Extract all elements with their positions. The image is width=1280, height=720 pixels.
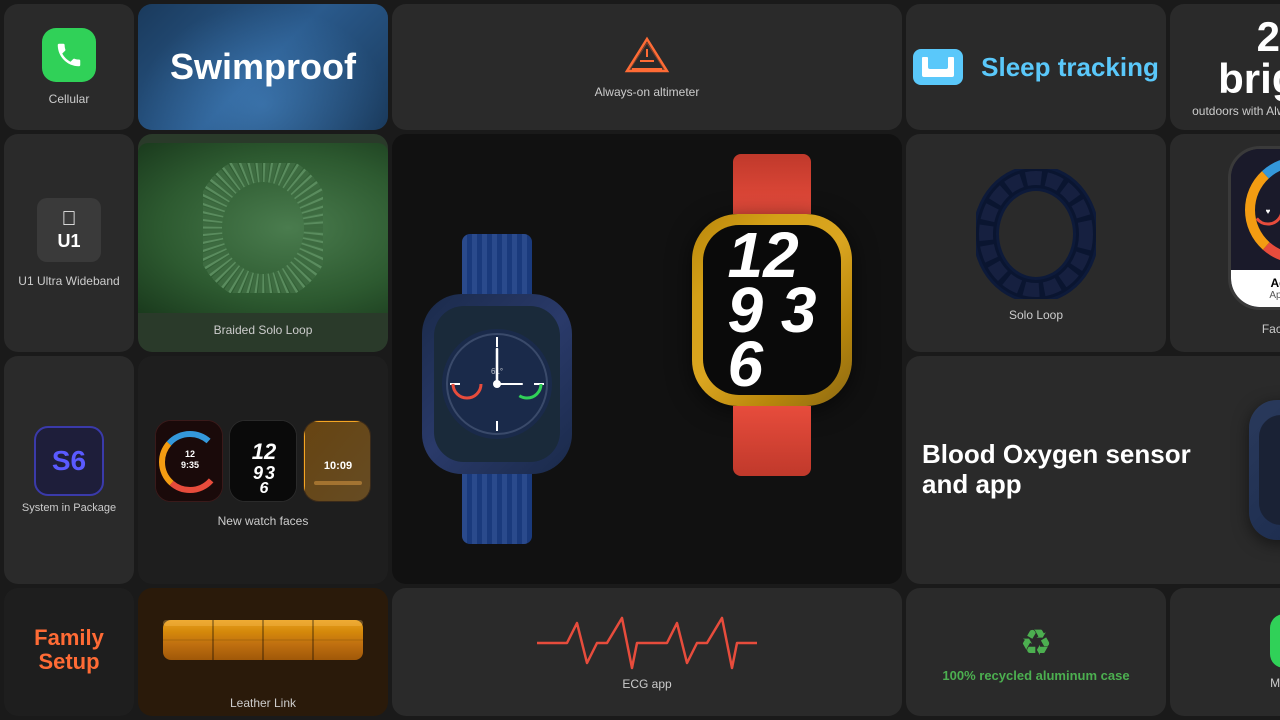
- altimeter-svg: [622, 35, 672, 75]
- svg-text:10:09: 10:09: [324, 460, 352, 472]
- messages-content: 💬 Messages: [1270, 614, 1280, 690]
- phone-icon: [42, 28, 96, 82]
- watch-faces-cell: 12 9:35 12 9 3 6 1: [138, 356, 388, 584]
- sleep-row: Sleep tracking: [913, 49, 1159, 85]
- recycled-label: 100% recycled aluminum case: [934, 668, 1137, 683]
- bed-svg: [920, 55, 956, 79]
- apple-logo: : [62, 208, 77, 231]
- svg-text:6: 6: [260, 480, 269, 497]
- watch-case-back: 61°: [422, 294, 572, 474]
- apple-watch-label: Apple Watch: [1269, 290, 1280, 301]
- watch-front: 129 36: [692, 154, 852, 476]
- colorful-face-display: 11:35 WED 16 ♥ ⚡: [1231, 149, 1280, 270]
- altimeter-cell: Always-on altimeter: [392, 4, 902, 130]
- s6-chip-text: S6: [52, 445, 86, 477]
- watch-face-preview: 11:35 WED 16 ♥ ⚡ Add Face Apple Watch: [1228, 146, 1280, 310]
- blood-oxygen-cell: Blood Oxygen sensor and app: [906, 356, 1280, 584]
- watch-time-front: 129 36: [728, 228, 817, 391]
- watch-faces-preview: 12 9:35 12 9 3 6 1: [147, 412, 379, 510]
- svg-text:61°: 61°: [491, 367, 503, 376]
- solo-loop-label: Solo Loop: [1009, 308, 1063, 322]
- face-2-svg: 12 9 3 6: [230, 421, 297, 502]
- leather-svg: [153, 590, 373, 690]
- blood-oxygen-label: Blood Oxygen sensor and app: [922, 440, 1239, 500]
- watch-screen-front: 129 36: [703, 225, 841, 395]
- blood-oxygen-text-area: Blood Oxygen sensor and app: [922, 440, 1239, 500]
- watch-case-front: 129 36: [692, 214, 852, 406]
- cellular-label: Cellular: [49, 92, 90, 106]
- brighter-sub: outdoors with Always-On Retina display: [1192, 104, 1280, 118]
- add-face-area: Add Face Apple Watch: [1231, 270, 1280, 307]
- family-setup-label: Family Setup: [4, 626, 134, 674]
- band-bottom-front: [733, 406, 811, 476]
- ecg-label: ECG app: [622, 677, 671, 691]
- s6-label: System in Package: [22, 502, 116, 514]
- sensor-screen: [1259, 415, 1280, 525]
- braided-cell: Braided Solo Loop: [138, 134, 388, 352]
- watch-face-back-svg: 61°: [437, 309, 557, 459]
- cellular-cell: Cellular: [4, 4, 134, 130]
- watch-faces-label: New watch faces: [218, 514, 309, 528]
- face-3-svg: 10:09: [304, 421, 371, 502]
- s6-cell: S6 System in Package: [4, 356, 134, 584]
- recycle-icon: ♻: [1020, 622, 1052, 664]
- watch-screen-back: 61°: [434, 306, 560, 462]
- altimeter-label: Always-on altimeter: [595, 85, 700, 99]
- sleep-label: Sleep tracking: [981, 52, 1159, 83]
- watch-back: 61°: [422, 234, 572, 544]
- brighter-cell: 2.5x brighter outdoors with Always-On Re…: [1170, 4, 1280, 130]
- svg-text:12: 12: [185, 449, 195, 459]
- add-face-label: Add Face: [1270, 276, 1280, 290]
- face-thumb-1: 12 9:35: [155, 420, 223, 502]
- u1-cell:  U1 U1 Ultra Wideband: [4, 134, 134, 352]
- svg-text:9:35: 9:35: [181, 460, 199, 470]
- face-sharing-cell: 11:35 WED 16 ♥ ⚡ Add Face Apple Watch Fa…: [1170, 134, 1280, 352]
- brighter-headline: 2.5x brighter: [1182, 16, 1280, 100]
- leather-preview: [138, 588, 388, 692]
- messages-icon: 💬: [1270, 614, 1280, 668]
- band-top-front: [733, 154, 811, 214]
- swimproof-label: Swimproof: [170, 46, 356, 88]
- colorful-face-svg: 11:35 WED 16 ♥ ⚡: [1238, 150, 1280, 270]
- sleep-icon: [913, 49, 963, 85]
- ecg-cell: ECG app: [392, 588, 902, 716]
- face-sharing-label: Face Sharing: [1262, 322, 1280, 336]
- s6-chip-display: S6: [34, 426, 104, 496]
- solo-loop-cell: Solo Loop: [906, 134, 1166, 352]
- messages-cell: 💬 Messages: [1170, 588, 1280, 716]
- messages-label: Messages: [1270, 676, 1280, 690]
- recycled-cell: ♻ 100% recycled aluminum case: [906, 588, 1166, 716]
- blood-oxygen-visual: [1249, 390, 1280, 550]
- sensor-watch-body: [1249, 400, 1280, 540]
- solo-loop-preview: [971, 164, 1101, 304]
- band-bottom-back: [462, 474, 532, 544]
- u1-chip:  U1: [37, 198, 101, 262]
- sleep-cell: Sleep tracking: [906, 4, 1166, 130]
- face-thumb-3: 10:09: [303, 420, 371, 502]
- u1-label: U1 Ultra Wideband: [18, 274, 119, 288]
- altimeter-icon: [622, 35, 672, 75]
- main-watch-cell: 61° 129 36: [392, 134, 902, 584]
- u1-chip-label: U1: [57, 231, 80, 252]
- phone-svg: [54, 40, 84, 70]
- swimproof-cell: Swimproof: [138, 4, 388, 130]
- face-thumb-2: 12 9 3 6: [229, 420, 297, 502]
- braided-preview: [138, 143, 388, 313]
- leather-label: Leather Link: [230, 696, 296, 716]
- leather-link-cell: Leather Link: [138, 588, 388, 716]
- svg-text:♥: ♥: [1265, 207, 1270, 216]
- braided-svg: [203, 163, 323, 293]
- band-top-back: [462, 234, 532, 294]
- braided-label: Braided Solo Loop: [214, 317, 313, 343]
- face-1-svg: 12 9:35: [156, 421, 223, 502]
- family-setup-cell: Family Setup: [4, 588, 134, 716]
- solo-loop-svg: [976, 169, 1096, 299]
- svg-text:12: 12: [252, 439, 277, 464]
- ecg-wave-svg: [537, 613, 757, 673]
- family-wifi-stack: Family Setup: [4, 588, 134, 716]
